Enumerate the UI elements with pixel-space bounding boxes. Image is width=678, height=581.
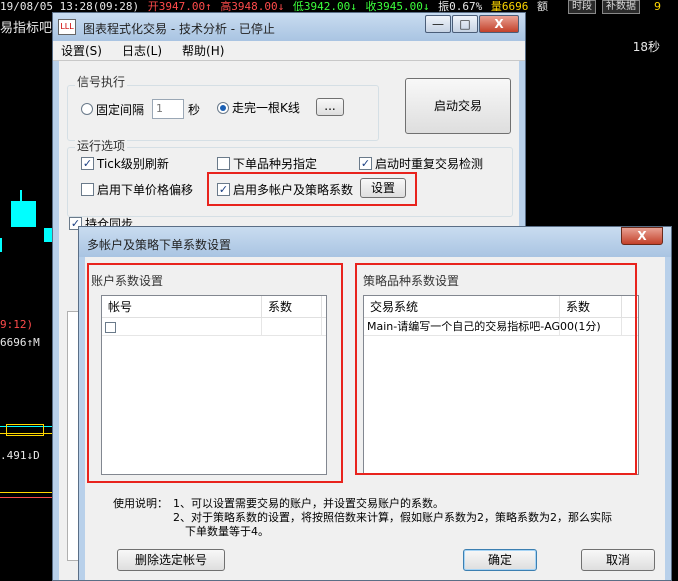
repeat-check-label: 启动时重复交易检测 [375, 157, 484, 171]
cancel-button[interactable]: 取消 [581, 549, 655, 571]
place-order-other-option[interactable]: 下单品种另指定 [217, 155, 317, 172]
tick-refresh-checkbox[interactable]: ✓ [81, 157, 94, 170]
minimize-button[interactable]: — [425, 15, 451, 33]
menu-log[interactable]: 日志(L) [122, 42, 162, 59]
candle-wick [20, 190, 22, 202]
instruction-line-3: 下单数量等于4。 [185, 525, 269, 538]
price-offset-option[interactable]: 启用下单价格偏移 [81, 181, 193, 198]
countdown-label: 18秒 [632, 40, 660, 54]
supplement-data-button[interactable]: 补数据 [602, 0, 640, 14]
chart-indicator-label: .491↓D [0, 449, 40, 462]
options-group-title: 运行选项 [75, 137, 128, 154]
dialog-titlebar[interactable]: 多帐户及策略下单系数设置 X [79, 227, 671, 257]
dialog-close-button[interactable]: X [621, 227, 663, 245]
dialog-title: 多帐户及策略下单系数设置 [87, 238, 232, 252]
tick-refresh-option[interactable]: ✓ Tick级别刷新 [81, 155, 169, 172]
ok-button[interactable]: 确定 [463, 549, 537, 571]
repeat-check-checkbox[interactable]: ✓ [359, 157, 372, 170]
chart-line [0, 492, 52, 493]
close-button[interactable]: X [479, 15, 519, 33]
instructions-label: 使用说明： [113, 497, 168, 510]
place-order-other-checkbox[interactable] [217, 157, 230, 170]
bar-close-radio[interactable] [217, 101, 229, 114]
instruction-line-1: 1、可以设置需要交易的账户，并设置交易账户的系数。 [173, 497, 444, 510]
ticker-right-number: 9 [654, 0, 661, 13]
coefficient-dialog: 多帐户及策略下单系数设置 X 账户系数设置 帐号 系数 策略品种系数设置 交易系… [78, 226, 672, 581]
ticker-tail: 额 [537, 0, 549, 13]
app-icon: LLL [58, 19, 76, 35]
ellipsis-button[interactable]: ... [316, 98, 344, 116]
chart-volume-label: 6696↑M [0, 336, 40, 349]
chart-time-label: 9:12) [0, 318, 34, 331]
seconds-label: 秒 [188, 102, 201, 117]
signal-group-title: 信号执行 [75, 73, 128, 90]
delete-account-button[interactable]: 删除选定帐号 [117, 549, 225, 571]
tick-refresh-label: Tick级别刷新 [97, 157, 169, 171]
menu-settings[interactable]: 设置(S) [61, 42, 102, 59]
fixed-interval-option[interactable]: 固定间隔 1 秒 [81, 99, 200, 119]
chart-bar [6, 424, 44, 436]
start-trading-button[interactable]: 启动交易 [405, 78, 511, 134]
maximize-button[interactable]: □ [452, 15, 478, 33]
bar-close-label: 走完一根K线 [232, 101, 300, 115]
candle [11, 201, 36, 227]
bar-close-option[interactable]: 走完一根K线 [217, 99, 300, 116]
chart-line [0, 497, 52, 498]
window-title: 图表程式化交易 - 技术分析 - 已停止 [83, 22, 275, 36]
price-offset-label: 启用下单价格偏移 [97, 183, 194, 197]
indicator-title: 易指标吧 [0, 21, 53, 36]
dialog-client-area: 账户系数设置 帐号 系数 策略品种系数设置 交易系统 系数 Main-请编写一个… [85, 257, 665, 580]
repeat-check-option[interactable]: ✓ 启动时重复交易检测 [359, 155, 483, 172]
instruction-line-2: 2、对于策略系数的设置，将按照倍数来计算，假如账户系数为2，策略系数为2，那么实… [173, 511, 612, 524]
interval-input[interactable]: 1 [152, 99, 185, 119]
timeframe-button[interactable]: 时段 [568, 0, 596, 14]
main-titlebar[interactable]: LLL 图表程式化交易 - 技术分析 - 已停止 — □ X [53, 13, 525, 41]
strategy-highlight-frame [355, 263, 637, 475]
candle-wick [0, 238, 2, 252]
price-offset-checkbox[interactable] [81, 183, 94, 196]
highlight-frame [207, 172, 417, 206]
menu-bar: 设置(S) 日志(L) 帮助(H) [53, 41, 525, 61]
menu-help[interactable]: 帮助(H) [182, 42, 224, 59]
fixed-interval-radio[interactable] [81, 103, 93, 115]
account-highlight-frame [87, 263, 343, 483]
fixed-interval-label: 固定间隔 [96, 102, 145, 117]
place-order-other-label: 下单品种另指定 [233, 157, 318, 171]
